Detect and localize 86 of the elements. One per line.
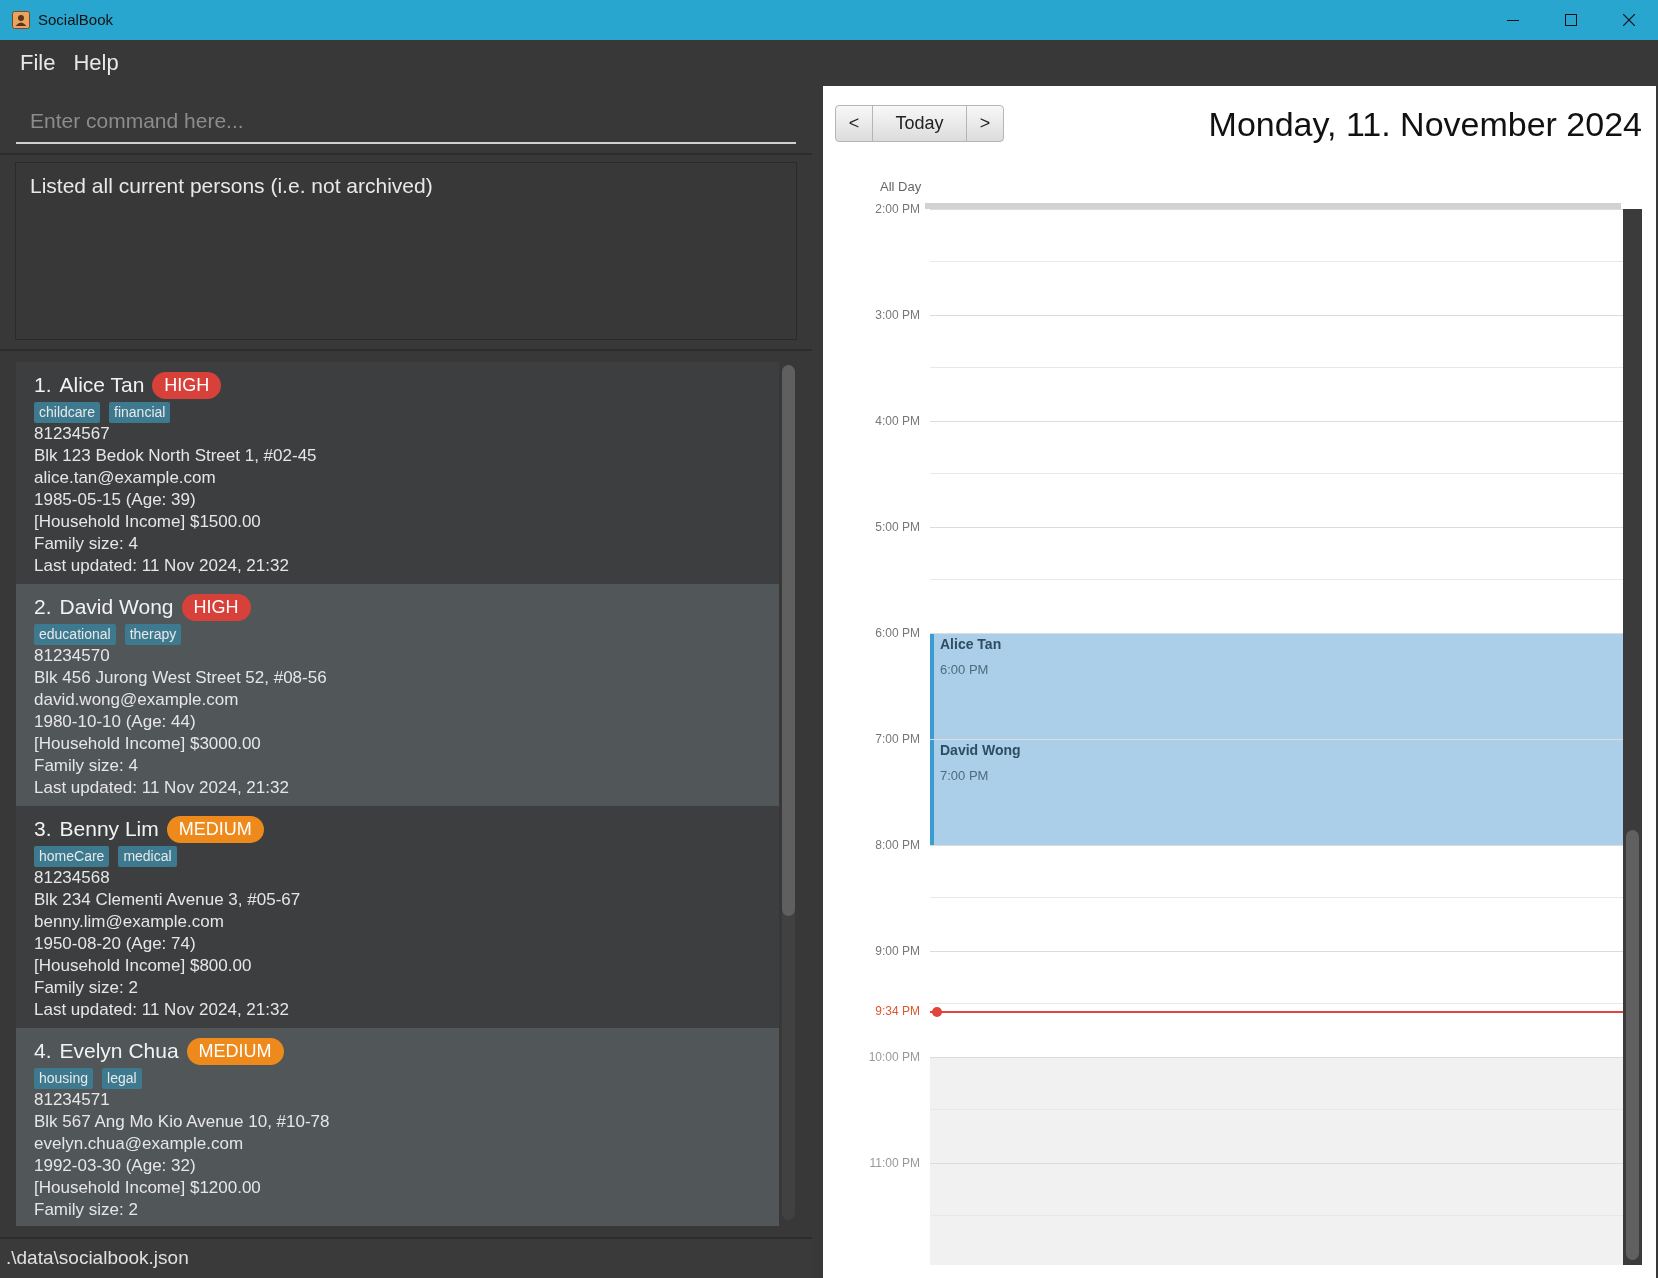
calendar-event[interactable]: Alice Tan 6:00 PM: [930, 634, 1623, 739]
last-updated-text: Last updated: 11 Nov 2024, 21:32: [34, 999, 289, 1021]
next-button[interactable]: >: [966, 105, 1004, 142]
person-card-icon: [12, 11, 30, 29]
close-icon: [1623, 14, 1635, 26]
person-name: Alice Tan: [59, 372, 145, 398]
tag: therapy: [124, 623, 182, 645]
person-card[interactable]: 3. Benny Lim MEDIUM homeCare medical 81234568 Blk 234 Clementi Avenue 3, #05-67 benny.lim@example.com 1950-08-20 (Age: 74) [Household Income] $800.00 Family size: 2 Last updated: 11 Nov 2024, 21:32: [16, 806, 779, 1028]
all-day-label: All Day: [880, 179, 922, 195]
tag: financial: [109, 401, 171, 423]
address-text: Blk 567 Ang Mo Kio Avenue 10, #10-78: [34, 1111, 330, 1133]
address-text: Blk 456 Jurong West Street 52, #08-56: [34, 667, 327, 689]
hour-label: 8:00 PM: [875, 837, 920, 853]
email-text: evelyn.chua@example.com: [34, 1133, 244, 1155]
window-title: SocialBook: [38, 9, 114, 30]
current-time-dot-icon: [932, 1007, 942, 1017]
birthday-text: 1950-08-20 (Age: 74): [34, 933, 196, 955]
tag: housing: [34, 1067, 94, 1089]
status-path-text: .\data\socialbook.json: [6, 1246, 189, 1271]
event-time: 6:00 PM: [940, 662, 989, 678]
hour-label: 5:00 PM: [875, 519, 920, 535]
family-size-text: Family size: 4: [34, 755, 138, 777]
address-text: Blk 123 Bedok North Street 1, #02-45: [34, 445, 317, 467]
hour-label: 11:00 PM: [869, 1155, 920, 1171]
priority-badge: HIGH: [181, 593, 251, 621]
email-text: david.wong@example.com: [34, 689, 239, 711]
calendar-date-title: Monday, 11. November 2024: [1208, 103, 1642, 144]
income-text: [Household Income] $800.00: [34, 955, 252, 977]
person-card[interactable]: 4. Evelyn Chua MEDIUM housing legal 81234571 Blk 567 Ang Mo Kio Avenue 10, #10-78 evelyn.chua@example.com 1992-03-30 (Age: 32) [Household Income] $1200.00 Family size: 2: [16, 1028, 779, 1226]
birthday-text: 1992-03-30 (Age: 32): [34, 1155, 196, 1177]
person-name: Evelyn Chua: [59, 1038, 179, 1064]
hour-label: 7:00 PM: [875, 731, 920, 747]
last-updated-text: Last updated: 11 Nov 2024, 21:32: [34, 555, 289, 577]
command-input[interactable]: Enter command here...: [16, 100, 796, 144]
priority-badge: HIGH: [152, 371, 222, 399]
today-button[interactable]: Today: [872, 105, 967, 142]
email-text: alice.tan@example.com: [34, 467, 216, 489]
person-index: 4.: [34, 1038, 52, 1064]
person-index: 2.: [34, 594, 52, 620]
income-text: [Household Income] $1200.00: [34, 1177, 261, 1199]
event-title: David Wong: [940, 741, 1021, 759]
priority-badge: MEDIUM: [186, 1037, 284, 1065]
current-time-label: 9:34 PM: [875, 1003, 920, 1019]
menu-item[interactable]: File: [20, 49, 56, 77]
phone-text: 81234568: [34, 867, 110, 889]
income-text: [Household Income] $3000.00: [34, 733, 261, 755]
hour-label: 10:00 PM: [868, 1049, 920, 1065]
tag: medical: [118, 845, 177, 867]
tag: educational: [34, 623, 116, 645]
tag: legal: [102, 1067, 142, 1089]
phone-text: 81234567: [34, 423, 110, 445]
hour-label: 4:00 PM: [875, 413, 920, 429]
result-message: Listed all current persons (i.e. not archived): [30, 174, 433, 197]
family-size-text: Family size: 2: [34, 1199, 138, 1221]
previous-button[interactable]: <: [835, 105, 873, 142]
menu-item[interactable]: Help: [73, 49, 119, 77]
priority-badge: MEDIUM: [166, 815, 264, 843]
hour-label: 6:00 PM: [875, 625, 920, 641]
maximize-icon: [1565, 14, 1577, 26]
phone-text: 81234570: [34, 645, 110, 667]
tag: childcare: [34, 401, 101, 423]
hour-label: 2:00 PM: [875, 201, 920, 217]
phone-text: 81234571: [34, 1089, 110, 1111]
person-index: 3.: [34, 816, 52, 842]
address-text: Blk 234 Clementi Avenue 3, #05-67: [34, 889, 301, 911]
income-text: [Household Income] $1500.00: [34, 511, 261, 533]
minimize-icon: [1507, 19, 1519, 21]
birthday-text: 1985-05-15 (Age: 39): [34, 489, 196, 511]
email-text: benny.lim@example.com: [34, 911, 224, 933]
family-size-text: Family size: 2: [34, 977, 138, 999]
person-name: Benny Lim: [59, 816, 159, 842]
family-size-text: Family size: 4: [34, 533, 138, 555]
event-title: Alice Tan: [940, 635, 1002, 653]
scrollbar-thumb[interactable]: [1626, 830, 1639, 1260]
tag: homeCare: [34, 845, 110, 867]
event-time: 7:00 PM: [940, 768, 989, 784]
scrollbar-thumb[interactable]: [782, 365, 795, 916]
hour-label: 3:00 PM: [875, 307, 920, 323]
person-card[interactable]: [16, 584, 779, 806]
person-name: David Wong: [59, 594, 174, 620]
birthday-text: 1980-10-10 (Age: 44): [34, 711, 196, 733]
last-updated-text: Last updated: 11 Nov 2024, 21:32: [34, 777, 289, 799]
person-index: 1.: [34, 372, 52, 398]
person-card[interactable]: [16, 362, 779, 584]
calendar-event[interactable]: David Wong 7:00 PM: [930, 740, 1623, 845]
hour-label: 9:00 PM: [875, 943, 920, 959]
